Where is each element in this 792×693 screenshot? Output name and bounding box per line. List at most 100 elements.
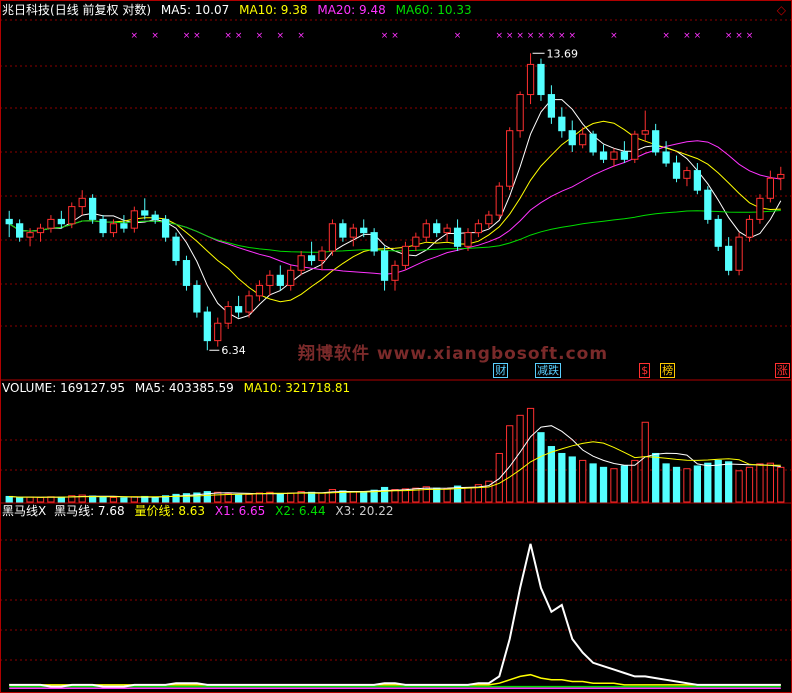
volume-bar-up xyxy=(610,468,618,503)
signal-marker: × xyxy=(746,31,754,41)
volume-bar-down xyxy=(5,495,13,503)
candle-down xyxy=(234,306,243,313)
candle-up xyxy=(266,274,274,286)
candle-up xyxy=(391,264,399,281)
candle-down xyxy=(558,116,566,132)
candle-down xyxy=(620,151,629,160)
volume-bar-up xyxy=(631,459,639,503)
candle-down xyxy=(714,218,722,247)
candle-up xyxy=(631,133,639,160)
volume-bar-down xyxy=(99,496,107,503)
candle-up xyxy=(474,223,483,234)
volume-bar-up xyxy=(36,496,45,503)
volume-bar-up xyxy=(245,493,253,503)
volume-bars xyxy=(5,407,785,503)
signal-marker: × xyxy=(527,31,535,41)
candle-up xyxy=(641,130,649,135)
signal-marker: × xyxy=(381,31,389,41)
signal-marker: × xyxy=(610,31,618,41)
volume-bar-up xyxy=(777,466,785,503)
candle-down xyxy=(151,214,159,220)
volume-bar-up xyxy=(26,496,34,503)
signal-marker: × xyxy=(558,31,566,41)
volume-bar-down xyxy=(693,465,702,503)
signal-marker: × xyxy=(277,31,285,41)
candle-down xyxy=(172,236,180,262)
candle-down xyxy=(704,189,712,220)
volume-bar-up xyxy=(735,470,743,503)
volume-bar-up xyxy=(526,407,535,503)
volume-bar-up xyxy=(579,459,587,503)
candle-up xyxy=(245,295,253,313)
volume-bar-up xyxy=(756,463,764,503)
volume-bar-down xyxy=(360,491,368,503)
ljx-readout: 量价线: 8.63 xyxy=(134,504,206,518)
signal-marker: × xyxy=(662,31,670,41)
event-tag[interactable]: 财 xyxy=(493,363,509,378)
volume-bar-down xyxy=(620,465,629,503)
event-tag[interactable]: 减跌 xyxy=(534,363,561,378)
candle-down xyxy=(161,218,170,238)
diamond-icon[interactable]: ◇ xyxy=(777,3,786,17)
candle-up xyxy=(766,177,774,199)
candle-up xyxy=(495,185,503,216)
candle-up xyxy=(579,133,587,146)
candle-down xyxy=(203,311,211,342)
volume-bar-up xyxy=(443,488,451,503)
candle-up xyxy=(255,284,264,297)
volume-bar-down xyxy=(704,462,712,503)
candle-up xyxy=(349,227,357,238)
x2-readout: X2: 6.44 xyxy=(275,504,326,518)
period-label[interactable]: (日线 前复权 对数) xyxy=(50,3,151,17)
candle-up xyxy=(516,94,524,132)
volume-bar-up xyxy=(255,492,264,503)
candle-down xyxy=(589,133,597,153)
candle-down xyxy=(599,151,608,160)
candle-up xyxy=(683,170,691,179)
candle-down xyxy=(276,274,284,286)
signal-marker: × xyxy=(235,31,243,41)
volume-bar-down xyxy=(662,463,670,503)
candle-up xyxy=(328,223,337,252)
candle-up xyxy=(610,151,618,160)
candle-down xyxy=(141,210,149,216)
volume-bar-up xyxy=(214,491,222,503)
ma60-line xyxy=(8,210,781,253)
candle-up xyxy=(422,223,430,238)
indicator-name[interactable]: 黑马线X xyxy=(2,504,46,518)
stock-name[interactable]: 兆日科技 xyxy=(2,3,50,17)
volume-bar-down xyxy=(433,487,441,503)
watermark: 翔博软件 www.xiangbosoft.com xyxy=(298,344,609,364)
candle-down xyxy=(88,197,97,220)
volume-bar-up xyxy=(391,489,399,503)
low-price-label: 6.34 xyxy=(221,344,246,357)
volume-ma10-readout: MA10: 321718.81 xyxy=(243,381,351,395)
candle-down xyxy=(5,218,13,225)
hmx-line xyxy=(9,543,781,688)
signal-marker: × xyxy=(568,31,576,41)
candle-up xyxy=(47,218,55,229)
volume-bar-down xyxy=(599,466,608,503)
candle-down xyxy=(568,130,576,146)
hmx-readout: 黑马线: 7.68 xyxy=(54,504,125,518)
volume-bar-down xyxy=(57,496,65,503)
volume-readout: VOLUME: 169127.95 xyxy=(2,381,125,395)
volume-bar-down xyxy=(380,486,389,503)
high-price-label: 13.69 xyxy=(547,47,579,60)
volume-bar-up xyxy=(641,421,649,503)
candle-down xyxy=(662,151,670,164)
candle-down xyxy=(453,227,462,247)
signal-markers: × × × × × × × × × × × × × × × × × × × × × × × × × × × xyxy=(131,31,754,41)
price-extreme-labels: 13.69 6.34 xyxy=(209,47,578,357)
event-tag[interactable]: $ xyxy=(639,363,651,378)
candle-up xyxy=(68,206,76,225)
candle-up xyxy=(297,255,305,271)
volume-bar-up xyxy=(349,491,357,503)
event-tag[interactable]: 涨 xyxy=(774,363,790,378)
signal-marker: × xyxy=(151,31,159,41)
volume-bar-down xyxy=(234,494,243,503)
event-tag[interactable]: 榜 xyxy=(660,363,676,378)
volume-bar-down xyxy=(547,446,556,503)
signal-marker: × xyxy=(131,31,139,41)
candle-down xyxy=(120,223,128,229)
